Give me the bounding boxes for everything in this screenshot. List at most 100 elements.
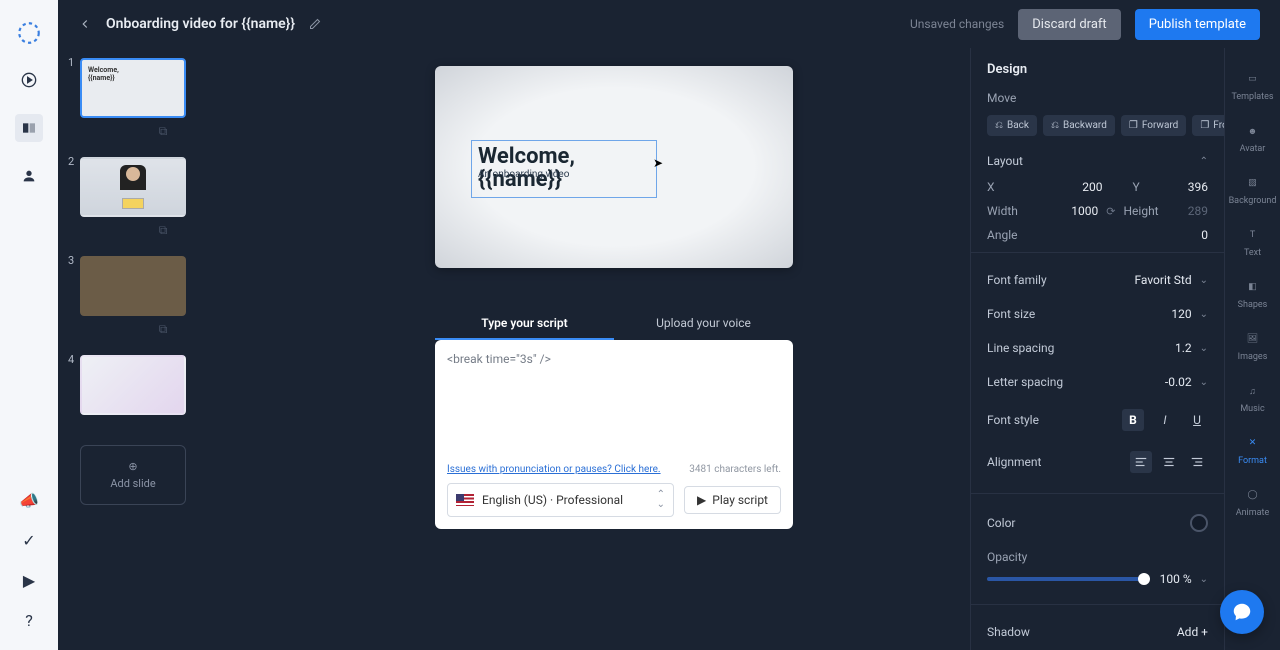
slide-thumb-2[interactable] (80, 157, 186, 217)
line-spacing-row[interactable]: Line spacing1.2⌄ (987, 331, 1208, 365)
voice-select[interactable]: English (US) · Professional ⌃⌄ (447, 483, 674, 517)
text-subtitle: An onboarding video (478, 169, 569, 180)
video-icon[interactable]: ▶ (19, 570, 39, 590)
edit-title-icon[interactable] (309, 18, 321, 30)
align-center-button[interactable] (1158, 451, 1180, 473)
opacity-value: 100 % (1160, 572, 1192, 586)
font-style-label: Font style (987, 413, 1039, 427)
x-label: X (987, 180, 1047, 194)
script-textarea[interactable] (447, 352, 781, 460)
x-value[interactable]: 200 (1082, 180, 1102, 194)
select-chevrons-icon: ⌃⌄ (657, 490, 665, 510)
font-family-value: Favorit Std (1134, 273, 1191, 287)
link-icon[interactable]: ⟳ (1106, 205, 1115, 218)
slide-thumb-1[interactable]: Welcome, {{name}} (80, 58, 186, 118)
shapes-tab[interactable]: ◧Shapes (1230, 270, 1276, 318)
text-icon: T (1244, 226, 1262, 244)
check-icon[interactable]: ✓ (19, 530, 39, 550)
thumb-text: {{name}} (88, 74, 178, 82)
alignment-label: Alignment (987, 455, 1041, 469)
move-front-button[interactable]: ❐Front (1192, 115, 1224, 136)
opacity-slider[interactable] (987, 577, 1150, 581)
format-icon: ✕ (1244, 434, 1262, 452)
font-size-row[interactable]: Font size120⌄ (987, 297, 1208, 331)
transition-icon[interactable]: ⧉ (80, 322, 246, 337)
us-flag-icon (456, 494, 474, 506)
slide-thumb-4[interactable] (80, 355, 186, 415)
y-value[interactable]: 396 (1188, 180, 1208, 194)
templates-icon: ▭ (1244, 70, 1262, 88)
play-nav-icon[interactable] (19, 70, 39, 90)
chars-left-label: 3481 characters left. (689, 464, 781, 475)
align-left-button[interactable] (1130, 451, 1152, 473)
shapes-icon: ◧ (1244, 278, 1262, 296)
move-back-button[interactable]: ⎌Back (987, 115, 1037, 136)
chevron-down-icon: ⌄ (1200, 309, 1208, 320)
canvas-column: Welcome, An onboarding video {{name}} ➤ … (258, 48, 970, 650)
unsaved-label: Unsaved changes (910, 17, 1004, 31)
slide-number: 3 (68, 254, 74, 267)
underline-button[interactable]: U (1186, 409, 1208, 431)
canvas[interactable]: Welcome, An onboarding video {{name}} ➤ (435, 66, 793, 268)
chevron-up-icon: ⌃ (1200, 156, 1208, 167)
tab-type-script[interactable]: Type your script (435, 308, 614, 340)
move-label: Move (987, 91, 1208, 105)
slider-thumb[interactable] (1138, 573, 1150, 585)
font-size-value: 120 (1171, 307, 1191, 321)
angle-label: Angle (987, 228, 1047, 242)
background-icon: ▨ (1244, 174, 1262, 192)
discard-draft-button[interactable]: Discard draft (1018, 9, 1120, 40)
help-icon[interactable]: ? (19, 610, 39, 630)
color-swatch[interactable] (1190, 514, 1208, 532)
height-value[interactable]: 289 (1188, 204, 1208, 218)
background-tab[interactable]: ▨Background (1230, 166, 1276, 214)
transition-icon[interactable]: ⧉ (80, 223, 246, 238)
templates-tab[interactable]: ▭Templates (1230, 62, 1276, 110)
slide-number: 1 (68, 56, 74, 69)
bold-button[interactable]: B (1122, 409, 1144, 431)
italic-button[interactable]: I (1154, 409, 1176, 431)
font-family-row[interactable]: Font family Favorit Std ⌄ (987, 263, 1208, 297)
selected-text-box[interactable]: Welcome, An onboarding video {{name}} (471, 140, 657, 198)
transition-icon[interactable]: ⧉ (80, 124, 246, 139)
format-tab[interactable]: ✕Format (1230, 426, 1276, 474)
page-title: Onboarding video for {{name}} (106, 16, 295, 32)
tab-upload-voice[interactable]: Upload your voice (614, 308, 793, 340)
width-value[interactable]: 1000 (1071, 204, 1098, 218)
layout-header[interactable]: Layout ⌃ (987, 154, 1208, 168)
chat-bubble-button[interactable] (1220, 590, 1264, 634)
logo-icon (16, 20, 42, 46)
editor-nav-icon[interactable] (15, 114, 43, 142)
chevron-down-icon: ⌄ (1200, 275, 1208, 286)
slide-2[interactable]: 2 ⧉ (70, 157, 246, 238)
move-backward-button[interactable]: ⎌Backward (1043, 115, 1115, 136)
pronunciation-help-link[interactable]: Issues with pronunciation or pauses? Cli… (447, 464, 661, 475)
shadow-add-button[interactable]: Add + (1177, 625, 1208, 639)
animate-tab[interactable]: ◯Animate (1230, 478, 1276, 526)
text-tab[interactable]: TText (1230, 218, 1276, 266)
letter-spacing-row[interactable]: Letter spacing-0.02⌄ (987, 365, 1208, 399)
person-nav-icon[interactable] (19, 166, 39, 186)
avatar-tab[interactable]: ☻Avatar (1230, 114, 1276, 162)
align-right-button[interactable] (1186, 451, 1208, 473)
slides-panel: 1 Welcome, {{name}} ⧉ 2 ⧉ 3 ⧉ (58, 48, 258, 650)
angle-value[interactable]: 0 (1201, 228, 1208, 242)
plus-icon: ⊕ (128, 460, 137, 473)
images-tab[interactable]: 🖼Images (1230, 322, 1276, 370)
play-script-button[interactable]: ▶ Play script (684, 486, 781, 514)
font-family-label: Font family (987, 273, 1047, 287)
slide-1[interactable]: 1 Welcome, {{name}} ⧉ (70, 58, 246, 139)
move-forward-button[interactable]: ❐Forward (1121, 115, 1186, 136)
back-arrow-icon[interactable] (78, 17, 92, 31)
music-tab[interactable]: ♫Music (1230, 374, 1276, 422)
slide-4[interactable]: 4 (70, 355, 246, 415)
chevron-down-icon: ⌄ (1200, 377, 1208, 388)
publish-template-button[interactable]: Publish template (1135, 9, 1260, 40)
text-line-1: Welcome, (478, 145, 650, 168)
slide-thumb-3[interactable] (80, 256, 186, 316)
megaphone-icon[interactable]: 📣 (19, 490, 39, 510)
slide-3[interactable]: 3 ⧉ (70, 256, 246, 337)
add-slide-button[interactable]: ⊕ Add slide (80, 445, 186, 505)
line-spacing-value: 1.2 (1175, 341, 1192, 355)
opacity-label: Opacity (987, 550, 1208, 564)
